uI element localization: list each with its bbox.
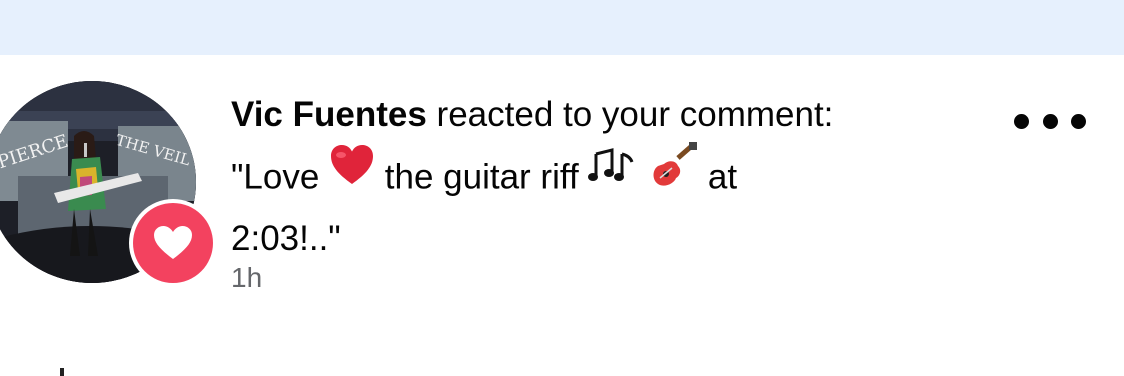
- comment-line-2: 2:03!..": [231, 208, 991, 270]
- next-item-edge: [60, 368, 64, 376]
- actor-name[interactable]: Vic Fuentes: [231, 95, 427, 134]
- more-options-icon-dot-1: [1014, 113, 1029, 129]
- notification-text[interactable]: Vic Fuentes reacted to your comment: "Lo…: [231, 84, 991, 270]
- guitar-emoji-icon: [648, 142, 698, 208]
- comment-part-2: the guitar riff: [384, 157, 589, 197]
- red-heart-emoji-icon: [329, 143, 375, 207]
- reaction-badge: [133, 203, 213, 283]
- heart-icon: [154, 226, 192, 259]
- headline-line: Vic Fuentes reacted to your comment:: [231, 84, 991, 146]
- comment-line-3: 2:03!..": [231, 219, 341, 258]
- musical-notes-emoji-icon: [588, 144, 638, 206]
- previous-notification-strip: [0, 0, 1124, 55]
- comment-part-1: "Love: [231, 157, 330, 197]
- timestamp: 1h: [231, 262, 263, 293]
- more-options-icon-dot-2: [1042, 113, 1058, 129]
- action-text: reacted to your comment:: [426, 95, 834, 134]
- comment-part-3: at: [707, 157, 738, 197]
- more-options-icon-dot-3: [1071, 113, 1086, 129]
- more-options-button[interactable]: [1014, 104, 1086, 138]
- comment-line-1: "Love the guitar riff at: [231, 142, 991, 208]
